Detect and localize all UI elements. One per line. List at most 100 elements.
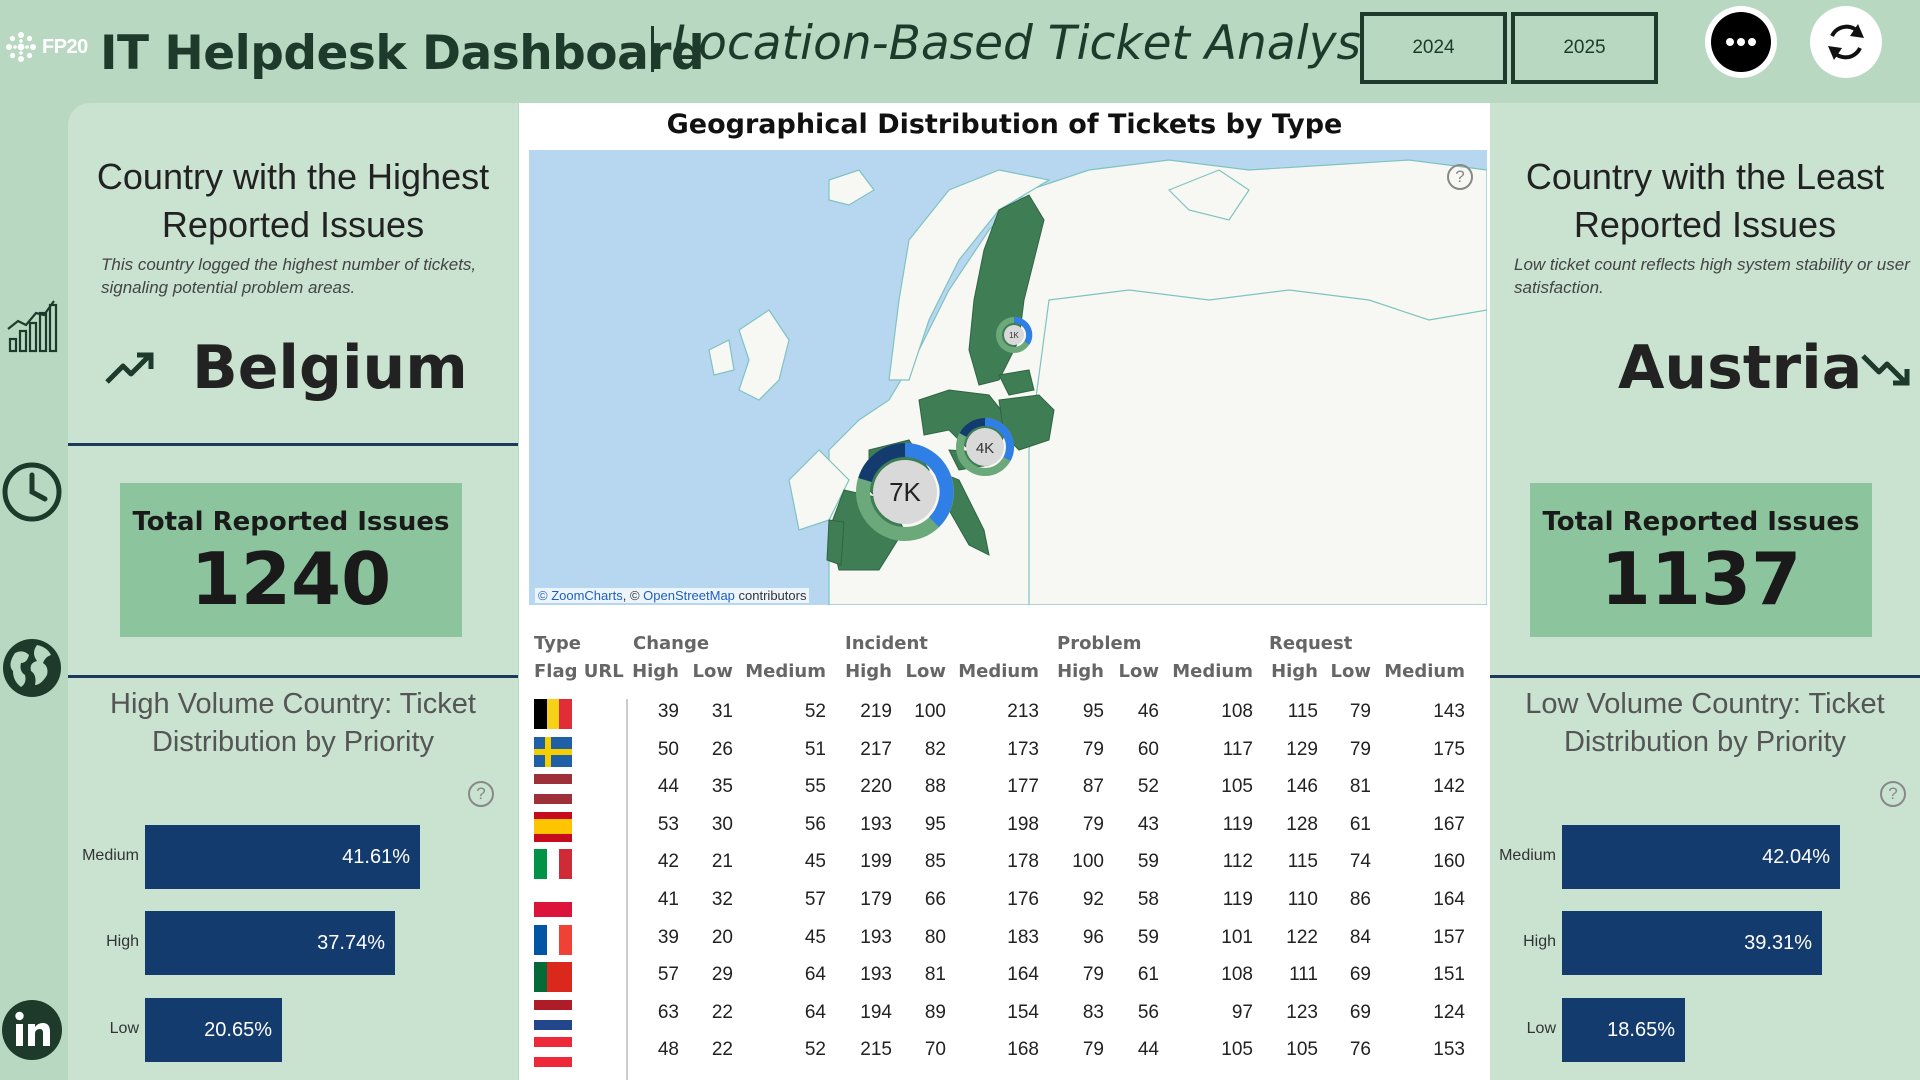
- growth-chart-nav[interactable]: [0, 292, 64, 356]
- table-column-divider: [626, 699, 628, 1080]
- linkedin-nav[interactable]: [0, 998, 64, 1062]
- table-header-priority[interactable]: High: [1271, 661, 1318, 682]
- clock-nav[interactable]: [0, 460, 64, 524]
- table-header-priority[interactable]: Low: [693, 661, 733, 682]
- flag-france: [534, 924, 573, 955]
- table-header-priority[interactable]: Medium: [745, 661, 826, 682]
- year-2025-button[interactable]: 2025: [1511, 12, 1658, 84]
- table-cell: 57: [804, 889, 826, 910]
- linkedin-icon: [2, 1000, 62, 1060]
- table-cell: 142: [1433, 776, 1465, 798]
- table-cell: 146: [1286, 776, 1318, 798]
- table-cell: 79: [1082, 1039, 1104, 1061]
- least-total-label: Total Reported Issues: [1542, 507, 1860, 537]
- least-total-value: 1137: [1600, 537, 1802, 621]
- table-cell: 198: [1007, 813, 1039, 835]
- table-cell: 79: [1349, 701, 1371, 722]
- priority-bar-high[interactable]: 39.31%: [1562, 911, 1822, 975]
- table-header-flag: Flag URL: [534, 661, 624, 682]
- table-cell: 86: [1349, 889, 1371, 910]
- table-header-group: Problem: [1057, 633, 1142, 654]
- year-2024-button[interactable]: 2024: [1360, 12, 1507, 84]
- least-dist-title-line2: Distribution by Priority: [1563, 726, 1847, 758]
- table-cell: 101: [1221, 926, 1253, 948]
- divider: [68, 675, 518, 678]
- dashboard-title: IT Helpdesk Dashboard: [100, 26, 705, 81]
- table-cell: 44: [657, 776, 679, 798]
- credit-osm[interactable]: OpenStreetMap: [643, 588, 735, 603]
- bubble-7k[interactable]: 7K: [856, 443, 954, 541]
- table-header-priority[interactable]: High: [845, 661, 892, 682]
- help-icon[interactable]: ?: [1880, 781, 1906, 807]
- europe-map[interactable]: 1K 4K 7K ? © ZoomCharts, © OpenStreetMap…: [529, 150, 1487, 605]
- table-cell: 177: [1007, 776, 1039, 798]
- map-and-table-panel: Geographical Distribution of Tickets by …: [519, 103, 1490, 1080]
- bubble-4k-label: 4K: [976, 440, 994, 457]
- table-cell: 22: [711, 1039, 733, 1061]
- table-header-group: Change: [633, 633, 710, 654]
- table-header-priority[interactable]: Medium: [1384, 661, 1465, 682]
- least-desc-line2: satisfaction.: [1514, 278, 1604, 297]
- map-canvas: 1K 4K 7K: [708, 159, 1487, 605]
- country-portugal: [826, 519, 845, 566]
- priority-label-medium: Medium: [1499, 847, 1556, 864]
- table-cell: 48: [657, 1039, 679, 1061]
- map-help-icon[interactable]: ?: [1447, 164, 1473, 190]
- table-header-priority[interactable]: High: [632, 661, 679, 682]
- priority-bar-low[interactable]: 18.65%: [1562, 998, 1685, 1062]
- table-header-priority[interactable]: Medium: [958, 661, 1039, 682]
- priority-bar-medium[interactable]: 42.04%: [1562, 825, 1840, 889]
- bubble-4k[interactable]: 4K: [956, 417, 1015, 476]
- table-cell: 105: [1221, 1039, 1253, 1061]
- table-header-priority[interactable]: Low: [1119, 661, 1159, 682]
- credit-zoomcharts[interactable]: © ZoomCharts: [538, 588, 623, 603]
- table-cell: 83: [1082, 1001, 1104, 1023]
- globe-nav[interactable]: [0, 636, 64, 700]
- table-cell: 164: [1007, 964, 1039, 986]
- table-cell: 42: [657, 851, 679, 873]
- trend-down-icon: [1861, 354, 1910, 386]
- table-cell: 52: [804, 1039, 826, 1061]
- highest-total-label: Total Reported Issues: [132, 507, 450, 537]
- table-header-priority[interactable]: Low: [1331, 661, 1371, 682]
- priority-bar-low[interactable]: 20.65%: [145, 998, 282, 1062]
- table-cell: 60: [1137, 738, 1159, 760]
- refresh-button[interactable]: [1810, 6, 1882, 78]
- table-header-priority[interactable]: Low: [906, 661, 946, 682]
- table-cell: 57: [657, 964, 679, 986]
- table-header-priority[interactable]: High: [1057, 661, 1104, 682]
- table-cell: 108: [1221, 701, 1253, 722]
- table-cell: 32: [711, 889, 733, 910]
- table-cell: 20: [711, 926, 733, 948]
- priority-bar-medium[interactable]: 41.61%: [145, 825, 420, 889]
- table-cell: 115: [1287, 701, 1318, 722]
- table-cell: 43: [1137, 813, 1159, 835]
- table-cell: 22: [711, 1001, 733, 1023]
- table-cell: 119: [1222, 813, 1253, 835]
- table-cell: 26: [711, 738, 733, 760]
- table-cell: 50: [657, 738, 679, 760]
- least-dist-title-line1: Low Volume Country: Ticket: [1525, 688, 1885, 720]
- flag-portugal: [534, 962, 573, 993]
- help-icon[interactable]: ?: [468, 781, 494, 807]
- table-header-priority[interactable]: Medium: [1172, 661, 1253, 682]
- table-cell: 178: [1007, 851, 1039, 873]
- table-cell: 79: [1082, 738, 1104, 760]
- table-cell: 31: [711, 701, 733, 722]
- table-cell: 160: [1433, 851, 1465, 873]
- table-cell: 39: [657, 926, 679, 948]
- table-header-group: Incident: [845, 633, 928, 654]
- table-cell: 117: [1222, 738, 1253, 760]
- flag-netherlands: [534, 999, 572, 1030]
- table-cell: 79: [1349, 738, 1371, 760]
- table-cell: 193: [860, 813, 892, 835]
- map-credit[interactable]: © ZoomCharts, © OpenStreetMap contributo…: [535, 588, 810, 603]
- more-options-button[interactable]: [1705, 6, 1777, 78]
- priority-bar-value: 37.74%: [317, 931, 385, 954]
- table-cell: 63: [657, 1001, 679, 1023]
- priority-bar-high[interactable]: 37.74%: [145, 911, 395, 975]
- trend-up-icon: [105, 352, 154, 384]
- table-header-group: Request: [1269, 633, 1353, 654]
- table-cell: 111: [1289, 964, 1318, 986]
- table-cell: 96: [1082, 926, 1104, 948]
